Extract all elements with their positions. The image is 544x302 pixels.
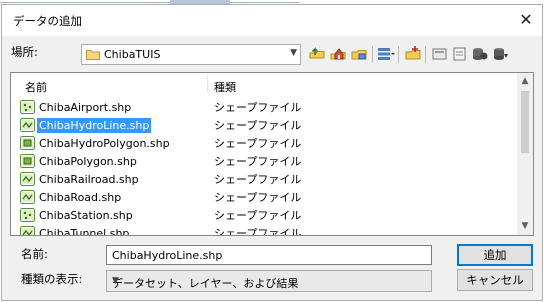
toolbar-separator <box>372 46 373 63</box>
toolbar-separator <box>425 46 426 63</box>
file-type: シェープファイル <box>214 191 302 204</box>
file-name: ChibaStation.shp <box>39 209 133 222</box>
column-header-name[interactable]: 名前 <box>25 79 47 95</box>
close-icon[interactable]: ✕ <box>516 10 536 30</box>
point-shapefile-icon <box>20 100 35 114</box>
line-shapefile-icon <box>20 190 35 204</box>
toolbar-separator <box>398 46 399 63</box>
list-item[interactable]: ChibaTunnel.shp シェープファイル <box>19 225 319 236</box>
catalog-icon[interactable] <box>430 44 450 64</box>
list-item[interactable]: ChibaStation.shp シェープファイル <box>19 207 319 224</box>
file-name: ChibaPolygon.shp <box>39 155 137 168</box>
home-icon[interactable] <box>328 44 348 64</box>
file-type: シェープファイル <box>214 173 302 186</box>
location-value: ChibaTUIS <box>104 48 161 61</box>
title-bar: データの追加 ✕ <box>2 5 542 36</box>
location-combobox[interactable]: ChibaTUIS ▼ <box>81 44 301 65</box>
name-field-value: ChibaHydroLine.shp <box>112 249 223 262</box>
polygon-shapefile-icon <box>20 136 35 150</box>
line-shapefile-icon <box>20 118 35 132</box>
view-menu-icon[interactable] <box>376 44 396 64</box>
file-type: シェープファイル <box>214 101 302 114</box>
line-shapefile-icon <box>20 226 35 235</box>
file-list[interactable]: 名前 種類 ChibaAirport.shp シェープファイル ChibaHyd… <box>10 72 534 236</box>
file-name: ChibaRailroad.shp <box>39 173 139 186</box>
file-name: ChibaHydroPolygon.shp <box>39 137 170 150</box>
show-type-combobox[interactable]: データセット、レイヤー、および結果 ▼ <box>106 270 432 292</box>
add-button[interactable]: 追加 <box>457 244 533 266</box>
connect-folder-icon[interactable] <box>349 44 369 64</box>
file-name: ChibaTunnel.shp <box>39 227 130 236</box>
background-window-edge <box>0 0 300 3</box>
chevron-down-icon[interactable]: ▼ <box>112 276 425 286</box>
polygon-shapefile-icon <box>20 154 35 168</box>
new-folder-icon[interactable] <box>403 44 423 64</box>
list-item[interactable]: ChibaHydroPolygon.shp シェープファイル <box>19 135 319 152</box>
list-item[interactable]: ChibaPolygon.shp シェープファイル <box>19 153 319 170</box>
cancel-button[interactable]: キャンセル <box>457 269 533 291</box>
scroll-down-icon[interactable]: ▼ <box>517 218 533 235</box>
folder-icon <box>86 50 100 60</box>
dialog-title: データの追加 <box>13 14 82 28</box>
list-item[interactable]: ChibaRoad.shp シェープファイル <box>19 189 319 206</box>
add-data-dialog: データの追加 ✕ 場所: ChibaTUIS ▼ 名前 種類 ChibaAirp… <box>1 4 543 301</box>
list-item[interactable]: ChibaAirport.shp シェープファイル <box>19 99 319 116</box>
geodatabase-icon[interactable] <box>490 44 510 64</box>
scroll-up-icon[interactable]: ▲ <box>517 73 533 90</box>
file-name: ChibaRoad.shp <box>39 191 122 204</box>
file-type: シェープファイル <box>214 119 302 132</box>
column-header-type[interactable]: 種類 <box>214 79 236 95</box>
chevron-down-icon[interactable]: ▼ <box>290 48 297 58</box>
file-type: シェープファイル <box>214 155 302 168</box>
list-item[interactable]: ChibaRailroad.shp シェープファイル <box>19 171 319 188</box>
database-icon[interactable] <box>470 44 490 64</box>
up-one-level-icon[interactable] <box>307 44 327 64</box>
file-type: シェープファイル <box>214 209 302 222</box>
name-field[interactable]: ChibaHydroLine.shp <box>106 245 432 265</box>
show-type-label: 種類の表示: <box>21 272 83 286</box>
column-divider[interactable] <box>207 75 208 93</box>
location-label: 場所: <box>11 45 38 59</box>
list-item-selected[interactable]: ChibaHydroLine.shp シェープファイル <box>19 117 319 134</box>
options-icon[interactable] <box>450 44 470 64</box>
name-label: 名前: <box>21 247 48 261</box>
file-type: シェープファイル <box>214 227 302 236</box>
file-type: シェープファイル <box>214 137 302 150</box>
vertical-scrollbar[interactable]: ▲ ▼ <box>517 73 533 235</box>
scrollbar-thumb[interactable] <box>521 91 529 153</box>
file-name: ChibaHydroLine.shp <box>37 118 152 133</box>
line-shapefile-icon <box>20 172 35 186</box>
point-shapefile-icon <box>20 208 35 222</box>
file-name: ChibaAirport.shp <box>39 101 132 114</box>
